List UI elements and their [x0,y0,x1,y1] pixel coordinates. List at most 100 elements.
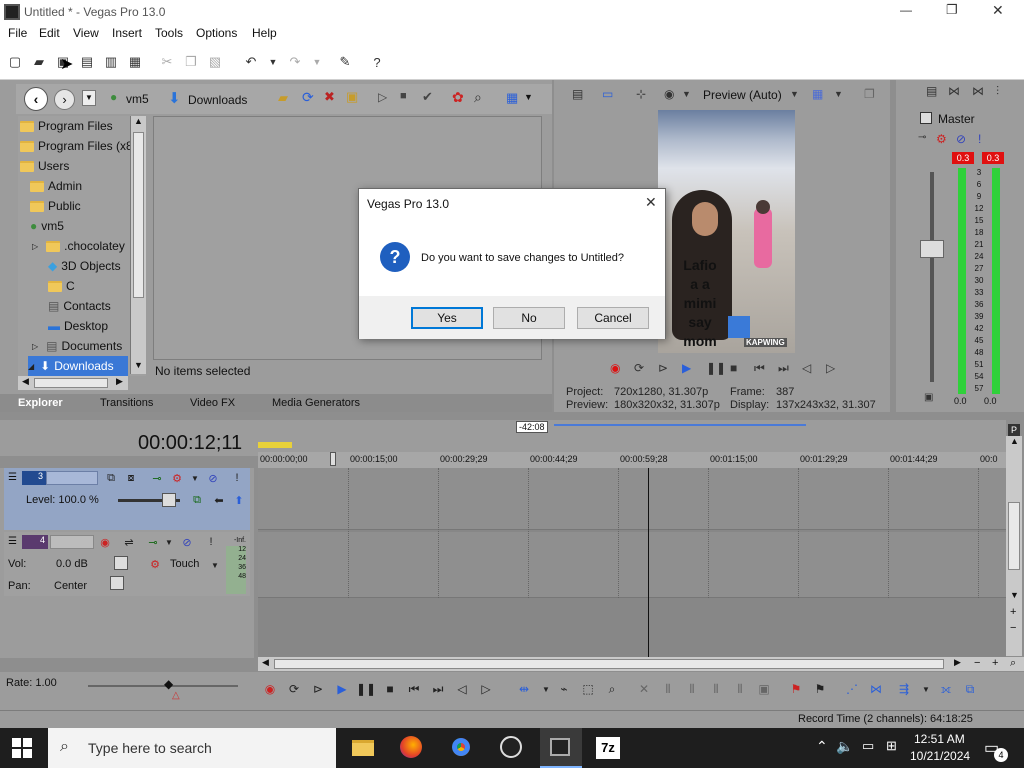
make-compositing-child-icon[interactable]: ⬅ [212,493,226,507]
zoom-out-icon[interactable]: − [1010,622,1016,634]
show-hidden-icons[interactable]: ⌃ [816,738,828,755]
redo-icon[interactable]: ↷ [286,53,304,71]
scroll-up-icon[interactable]: ▲ [134,116,143,126]
7zip-icon[interactable]: 7z [596,737,620,759]
split-screen-icon[interactable]: ⊹ [636,87,646,101]
scroll-down-icon[interactable]: ▼ [134,360,143,370]
next-frame-icon[interactable]: ▷ [826,361,835,375]
tree-item-program-files[interactable]: Program Files [20,116,113,136]
effects-gear-icon[interactable]: ⚙ [936,132,947,146]
go-to-end-icon[interactable]: ⏭ [778,361,789,376]
zoom-tool-icon[interactable]: ⌕ [1010,657,1016,670]
tree-item-downloads[interactable]: ◢ ⬇ Downloads [28,356,128,376]
selection-tool-icon[interactable]: ⬚ [580,681,596,697]
path-folder[interactable]: Downloads [188,93,247,107]
fx-dropdown-icon[interactable]: ▼ [162,535,176,549]
tree-item-3d-objects[interactable]: ◆ 3D Objects [48,256,121,276]
path-user[interactable]: vm5 [126,92,149,106]
markers-icon[interactable]: P [1008,424,1020,436]
tree-item-public[interactable]: Public [30,196,81,216]
timeline-vertical-scrollbar[interactable]: ▲ ▼ + − [1006,436,1022,656]
open-folder-icon[interactable]: ▰ [30,53,48,71]
tree-item-admin[interactable]: Admin [30,176,82,196]
audio-track-header[interactable]: ☰ 4 ◉ ⇌ ⊸ ▼ ⊘ ! Vol: 0.0 dB ⚙ Touch ▼ Pa… [4,532,250,596]
track-collapse-icon[interactable]: ☰ [8,472,17,483]
track-motion-icon[interactable]: ⧇ [124,471,138,485]
tab-explorer[interactable]: Explorer [18,397,63,409]
prev-frame-icon[interactable]: ◁ [454,681,470,697]
forward-button[interactable]: › [54,89,75,110]
save-as-icon[interactable]: ▤ [78,53,96,71]
solo-icon[interactable]: ! [978,132,981,146]
delete-icon[interactable]: ✕ [636,681,652,697]
insert-region-icon[interactable]: ⚑ [812,681,828,697]
mixer-icon[interactable]: ⫶ [996,84,999,99]
fx-chain-icon[interactable]: ⊸ [146,535,160,549]
tab-video-fx[interactable]: Video FX [190,397,235,409]
video-track-header[interactable]: ☰ 3 ⧉ ⧇ ⊸ ⚙ ▼ ⊘ ! Level: 100.0 % ⧉ ⬅ ⬆ [4,468,250,530]
stop-icon[interactable]: ■ [730,361,737,375]
restore-button[interactable]: ❐ [946,2,958,18]
make-compositing-parent-icon[interactable]: ⬆ [232,493,246,507]
trim-start-icon[interactable]: ⫴ [684,681,700,697]
scroll-thumb[interactable] [1008,502,1020,570]
scroll-thumb[interactable] [274,659,944,669]
auto-crossfade-icon[interactable]: ⋈ [868,681,884,697]
loop-icon[interactable]: ⟳ [634,361,644,375]
mute-icon[interactable]: ⊘ [180,535,194,549]
lock-icon[interactable]: ▣ [924,392,933,403]
network-icon[interactable]: ▭ [862,738,874,754]
tab-transitions[interactable]: Transitions [100,397,153,409]
record-icon[interactable]: ◉ [610,361,620,375]
play-icon[interactable]: ▶ [334,681,350,697]
minimize-button[interactable]: — [900,3,912,17]
menu-help[interactable]: Help [252,26,277,40]
zoom-in-horizontal-icon[interactable]: + [992,657,998,669]
tree-item-documents[interactable]: ▷ ▤ Documents [32,336,122,356]
overlays-dropdown-icon[interactable]: ▼ [834,89,843,99]
tree-item-desktop[interactable]: ▬ Desktop [48,316,108,336]
menu-options[interactable]: Options [196,26,237,40]
video-track-lane[interactable] [258,468,1006,530]
edit-tool-dropdown-icon[interactable]: ▼ [538,681,554,697]
refresh-icon[interactable]: ⟳ [302,89,314,106]
no-button[interactable]: No [493,307,565,329]
scroll-left-icon[interactable]: ◀ [22,376,29,387]
next-frame-icon[interactable]: ▷ [478,681,494,697]
delete-icon[interactable]: ✖ [324,89,335,105]
external-monitor-icon[interactable]: ▭ [602,87,613,101]
play-from-start-icon[interactable]: ⊳ [658,361,668,375]
file-explorer-icon[interactable] [352,740,374,756]
scroll-right-icon[interactable]: ▶ [954,657,961,668]
compositing-icon[interactable]: ⧉ [104,471,118,485]
ripple-dropdown-icon[interactable]: ▼ [918,681,934,697]
invert-phase-icon[interactable]: ⇌ [122,535,136,549]
timeline-horizontal-scrollbar[interactable]: ◀ ▶ − + ⌕ [258,657,1024,671]
fx-dropdown-icon[interactable]: ▼ [188,471,202,485]
properties-icon[interactable]: ▦ [126,53,144,71]
solo-icon[interactable]: ! [230,471,244,485]
scroll-right-icon[interactable]: ▶ [116,376,123,387]
loop-region-bar[interactable] [554,424,806,426]
master-fader-handle[interactable] [920,240,944,258]
tab-media-generators[interactable]: Media Generators [272,397,360,409]
fx-chain-icon[interactable]: ⊸ [918,132,926,143]
whats-this-icon[interactable]: ? [368,53,386,71]
go-to-end-icon[interactable]: ⏭ [430,681,446,697]
dialog-close-button[interactable]: ✕ [645,194,657,211]
stop-icon[interactable]: ■ [382,681,398,697]
tree-item-program-files-x86[interactable]: Program Files (x86) [20,136,143,156]
obs-icon[interactable] [500,736,522,758]
search-box[interactable]: ⌕ Type here to search [48,728,336,768]
track-name-field[interactable] [50,535,94,549]
insert-marker-icon[interactable]: ⚑ [788,681,804,697]
copy-icon[interactable]: ❐ [182,53,200,71]
redo-dropdown-icon[interactable]: ▼ [308,53,326,71]
automation-gear-icon[interactable]: ⚙ [148,557,162,571]
volume-icon[interactable]: 🔈 [836,738,853,755]
track-collapse-icon[interactable]: ☰ [8,536,17,547]
tree-item-c[interactable]: C [48,276,75,296]
stop-preview-icon[interactable]: ■ [400,90,407,102]
preview-quality-icon[interactable]: ◉ [664,87,674,101]
loop-region-start[interactable] [258,442,292,448]
